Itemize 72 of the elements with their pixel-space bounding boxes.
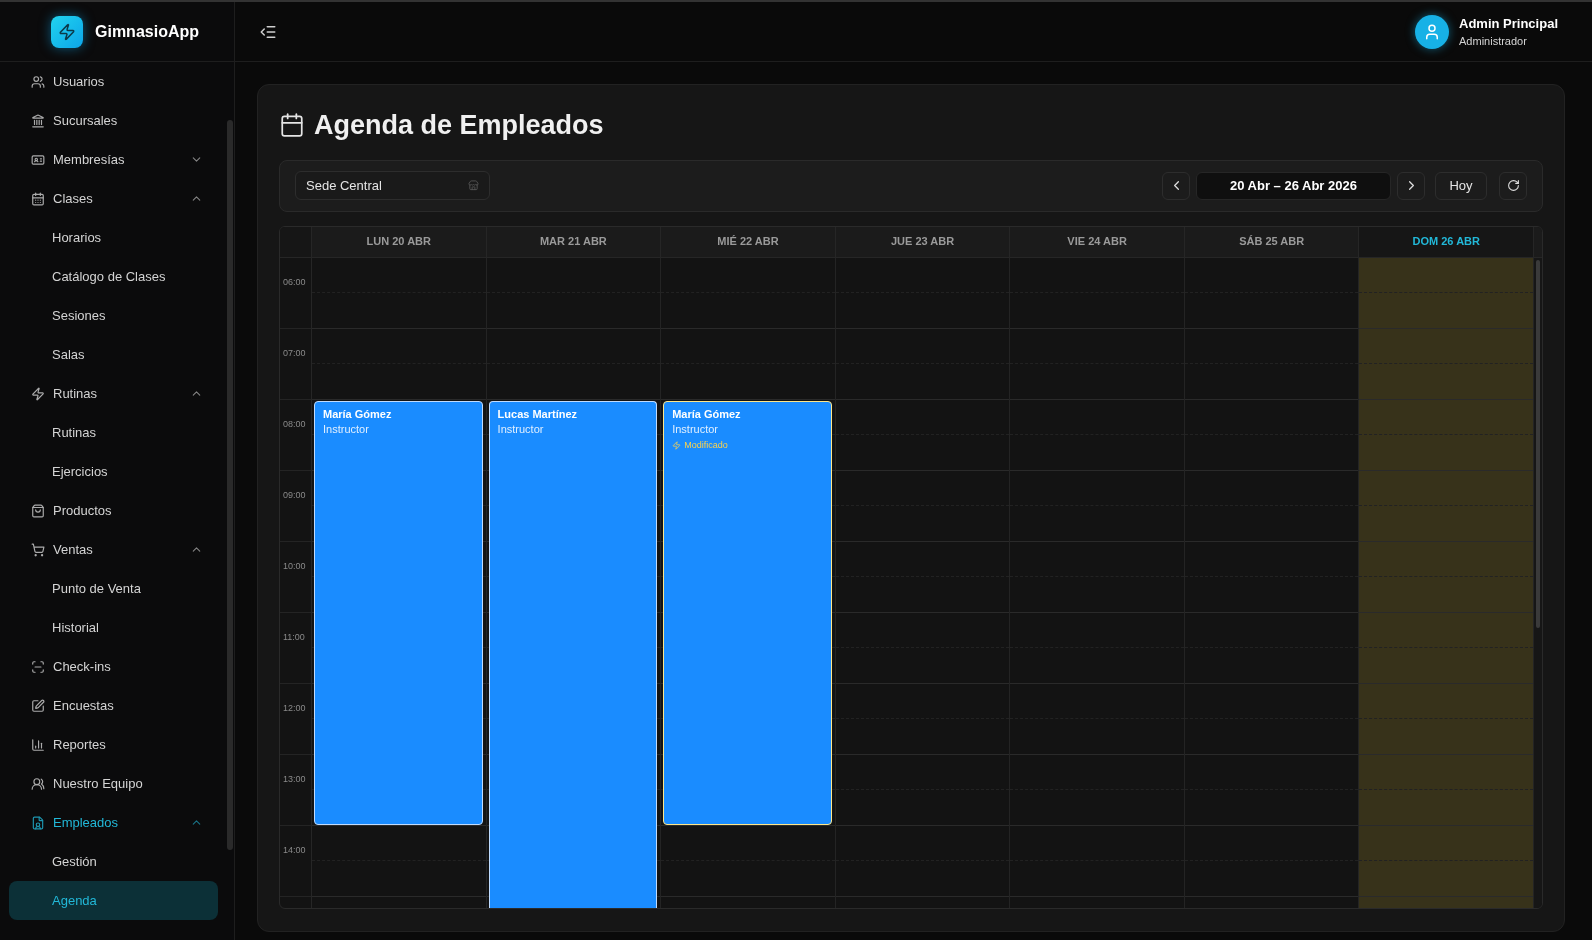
hour-label: 07:00 bbox=[283, 347, 306, 358]
avatar-icon[interactable] bbox=[1415, 14, 1450, 49]
document-user-icon bbox=[31, 815, 45, 830]
refresh-button[interactable] bbox=[1499, 171, 1527, 200]
sidebar-item[interactable]: Clases bbox=[9, 179, 218, 218]
lightning-icon bbox=[672, 440, 682, 450]
day-header: JUE 23 ABR bbox=[835, 226, 1011, 257]
modified-label: Modificado bbox=[672, 438, 728, 452]
employee-name: María Gómez bbox=[323, 406, 392, 422]
sidebar-item[interactable]: Check-ins bbox=[9, 647, 218, 686]
sidebar-item[interactable]: Productos bbox=[9, 491, 218, 530]
team-icon bbox=[31, 776, 45, 791]
cart-icon bbox=[31, 542, 45, 557]
employee-name: María Gómez bbox=[672, 406, 741, 422]
sidebar-item[interactable]: Rutinas bbox=[9, 374, 218, 413]
today-button[interactable]: Hoy bbox=[1435, 171, 1487, 200]
edit-icon bbox=[31, 698, 45, 713]
sidebar-item[interactable]: Empleados bbox=[9, 803, 218, 842]
scrollbar-thumb[interactable] bbox=[1536, 259, 1541, 628]
hour-label: 08:00 bbox=[283, 418, 306, 429]
sidebar-item[interactable]: Membresías bbox=[9, 140, 218, 179]
hour-label: 12:00 bbox=[283, 702, 306, 713]
scan-icon bbox=[31, 659, 45, 674]
employee-role: Instructor bbox=[323, 421, 369, 437]
bar-chart-icon bbox=[31, 737, 45, 752]
hour-label: 06:00 bbox=[283, 276, 306, 287]
sidebar-item[interactable]: Usuarios bbox=[9, 62, 218, 101]
day-header: MIÉ 22 ABR bbox=[661, 226, 836, 257]
sidebar-item[interactable]: Ventas bbox=[9, 530, 218, 569]
sidebar-subitem[interactable]: Historial bbox=[9, 608, 218, 647]
day-header: VIE 24 ABR bbox=[1010, 226, 1185, 257]
employee-role: Instructor bbox=[672, 421, 718, 437]
app-name: GimnasioApp bbox=[95, 21, 199, 42]
hour-label: 13:00 bbox=[283, 773, 306, 784]
sidebar-subitem[interactable]: Rutinas bbox=[9, 413, 218, 452]
sidebar-subitem[interactable]: Punto de Venta bbox=[9, 569, 218, 608]
sidebar-subitem[interactable]: Catálogo de Clases bbox=[9, 257, 218, 296]
refresh-icon[interactable] bbox=[1506, 179, 1520, 192]
hour-label: 11:00 bbox=[283, 631, 305, 642]
sidebar-item[interactable]: Encuestas bbox=[9, 686, 218, 725]
user-role: Administrador bbox=[1459, 33, 1528, 49]
hour-label: 10:00 bbox=[283, 560, 306, 571]
sidebar-item[interactable]: Nuestro Equipo bbox=[9, 764, 218, 803]
hour-label: 14:00 bbox=[283, 844, 306, 855]
sidebar-subitem[interactable]: Salas bbox=[9, 335, 218, 374]
lightning-icon bbox=[31, 386, 45, 401]
employee-name: Lucas Martínez bbox=[497, 406, 578, 422]
sidebar-subitem[interactable]: Gestión bbox=[9, 842, 218, 881]
day-header: DOM 26 ABR bbox=[1359, 226, 1535, 257]
shopping-bag-icon bbox=[31, 503, 45, 518]
sidebar-subitem[interactable]: Agenda bbox=[9, 881, 218, 920]
users-icon bbox=[31, 74, 45, 89]
page-title: Agenda de Empleados bbox=[314, 109, 604, 142]
sidebar-subitem[interactable]: Ejercicios bbox=[9, 452, 218, 491]
calendar-icon bbox=[31, 191, 45, 206]
store-icon bbox=[468, 180, 479, 191]
day-header: LUN 20 ABR bbox=[312, 226, 487, 257]
employee-role: Instructor bbox=[497, 421, 544, 437]
scrollbar-thumb[interactable] bbox=[227, 120, 233, 850]
sidebar-item[interactable]: Reportes bbox=[9, 725, 218, 764]
bank-icon bbox=[31, 113, 45, 128]
calendar-icon bbox=[279, 112, 305, 139]
sidebar-subitem[interactable]: Sesiones bbox=[9, 296, 218, 335]
date-range: 20 Abr – 26 Abr 2026 bbox=[1196, 171, 1391, 200]
branch-select[interactable]: Sede Central bbox=[295, 171, 490, 200]
id-card-icon bbox=[31, 152, 45, 167]
user-name: Admin Principal bbox=[1459, 14, 1558, 33]
hour-label: 09:00 bbox=[283, 489, 306, 500]
sidebar-subitem[interactable]: Horarios bbox=[9, 218, 218, 257]
day-header: MAR 21 ABR bbox=[486, 226, 662, 257]
app-logo-icon bbox=[51, 15, 83, 48]
sidebar-item[interactable]: Sucursales bbox=[9, 101, 218, 140]
